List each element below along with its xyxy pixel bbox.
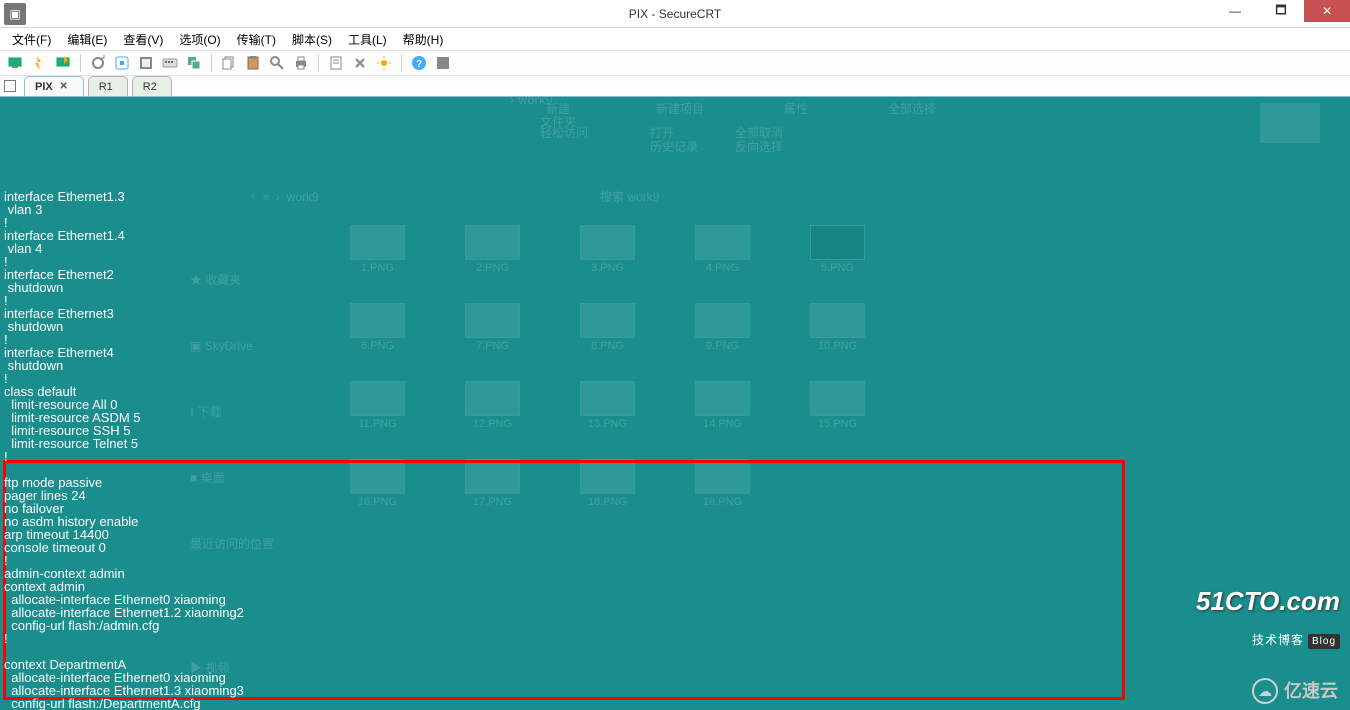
quick-connect-icon[interactable] bbox=[28, 52, 50, 74]
menu-tools[interactable]: 工具(L) bbox=[340, 28, 395, 50]
menu-transfer[interactable]: 传输(T) bbox=[229, 28, 284, 50]
xmodem-icon[interactable] bbox=[349, 52, 371, 74]
window-buttons: — 🗖 ✕ bbox=[1212, 0, 1350, 22]
window-title: PIX - SecureCRT bbox=[629, 7, 721, 21]
toolbar-separator bbox=[318, 54, 319, 72]
help-icon[interactable]: ? bbox=[408, 52, 430, 74]
explorer-ribbon: 新建 文件夹 新建项目 属性 全部选择 bbox=[140, 103, 1310, 155]
toolbar-separator bbox=[401, 54, 402, 72]
ribbon-newitem: 新建项目 bbox=[656, 103, 704, 155]
tab-label: PIX bbox=[35, 81, 53, 93]
ribbon-easy: 轻松访问 bbox=[540, 127, 588, 140]
toolbar: ? bbox=[0, 50, 1350, 76]
keymap-icon[interactable] bbox=[159, 52, 181, 74]
disconnect-icon[interactable] bbox=[111, 52, 133, 74]
menu-script[interactable]: 脚本(S) bbox=[284, 28, 340, 50]
toolbar-separator bbox=[80, 54, 81, 72]
ribbon-open: 打开 bbox=[650, 127, 674, 140]
log-icon[interactable] bbox=[325, 52, 347, 74]
tab-close-icon[interactable]: ✕ bbox=[59, 82, 69, 92]
ribbon-history: 历史记录 bbox=[650, 141, 698, 154]
session-icon[interactable] bbox=[183, 52, 205, 74]
pin-icon[interactable] bbox=[4, 80, 16, 92]
connect-icon[interactable] bbox=[4, 52, 26, 74]
menu-edit[interactable]: 编辑(E) bbox=[59, 28, 115, 50]
copy-icon[interactable] bbox=[218, 52, 240, 74]
maximize-button[interactable]: 🗖 bbox=[1258, 0, 1304, 22]
paste-icon[interactable] bbox=[242, 52, 264, 74]
title-bar: ▣ PIX - SecureCRT — 🗖 ✕ bbox=[0, 0, 1350, 28]
tab-label: R2 bbox=[143, 81, 157, 93]
ribbon-selall: 全部选择 bbox=[888, 103, 936, 155]
menu-file[interactable]: 文件(F) bbox=[4, 28, 59, 50]
tab-pix[interactable]: PIX ✕ bbox=[24, 76, 84, 96]
ribbon-props: 属性 bbox=[784, 103, 808, 155]
connect-bar-icon[interactable] bbox=[52, 52, 74, 74]
trace-icon[interactable] bbox=[373, 52, 395, 74]
session-tab-bar: PIX ✕ R1 R2 bbox=[0, 76, 1350, 97]
tab-label: R1 bbox=[99, 81, 113, 93]
print-icon[interactable] bbox=[290, 52, 312, 74]
menu-bar: 文件(F) 编辑(E) 查看(V) 选项(O) 传输(T) 脚本(S) 工具(L… bbox=[0, 28, 1350, 50]
settings-icon[interactable] bbox=[135, 52, 157, 74]
close-button[interactable]: ✕ bbox=[1304, 0, 1350, 22]
terminal-text: interface Ethernet1.3 vlan 3 ! interface… bbox=[4, 190, 1346, 710]
minimize-button[interactable]: — bbox=[1212, 0, 1258, 22]
tab-r1[interactable]: R1 bbox=[88, 76, 128, 96]
tab-r2[interactable]: R2 bbox=[132, 76, 172, 96]
toolbar-separator bbox=[211, 54, 212, 72]
find-icon[interactable] bbox=[266, 52, 288, 74]
menu-help[interactable]: 帮助(H) bbox=[395, 28, 452, 50]
about-icon[interactable] bbox=[432, 52, 454, 74]
ribbon-deselect: 全部取消 bbox=[735, 127, 783, 140]
explorer-title: › work9 bbox=[510, 97, 553, 106]
svg-text:?: ? bbox=[416, 59, 422, 70]
menu-options[interactable]: 选项(O) bbox=[171, 28, 228, 50]
menu-view[interactable]: 查看(V) bbox=[115, 28, 171, 50]
app-icon: ▣ bbox=[4, 3, 26, 25]
explorer-button bbox=[1260, 103, 1320, 143]
ribbon-invert: 反向选择 bbox=[735, 141, 783, 154]
reconnect-icon[interactable] bbox=[87, 52, 109, 74]
terminal-output[interactable]: › work9 新建 文件夹 新建项目 属性 全部选择 轻松访问 历史记录 全部… bbox=[0, 97, 1350, 710]
ribbon-newfolder: 新建 文件夹 bbox=[540, 103, 576, 155]
